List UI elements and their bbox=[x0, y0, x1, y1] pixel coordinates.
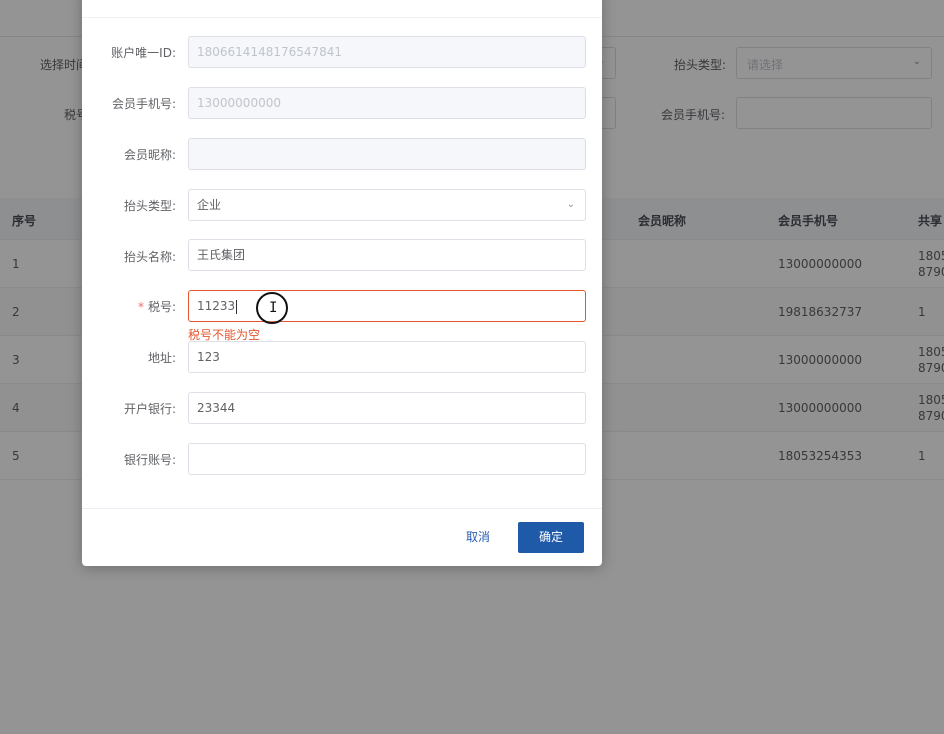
tax-no-value: 11233 bbox=[197, 299, 236, 313]
member-phone-label: 会员手机号: bbox=[111, 97, 176, 111]
confirm-button[interactable]: 确定 bbox=[518, 522, 584, 553]
mouse-cursor: I bbox=[256, 292, 288, 324]
address-input[interactable]: 123 bbox=[188, 341, 586, 373]
bank-account-input[interactable] bbox=[188, 443, 586, 475]
tax-no-input[interactable]: 11233 bbox=[188, 290, 586, 322]
header-type-select[interactable]: 企业 ⌄ bbox=[188, 189, 586, 221]
tax-no-label-text: 税号: bbox=[147, 300, 176, 314]
tax-no-label: * 税号: bbox=[82, 298, 176, 315]
account-id-label: 账户唯一ID: bbox=[111, 46, 176, 60]
member-nickname-label: 会员昵称: bbox=[123, 148, 176, 162]
header-type-label: 抬头类型: bbox=[123, 199, 176, 213]
cancel-button[interactable]: 取消 bbox=[452, 522, 504, 552]
header-name-label: 抬头名称: bbox=[123, 250, 176, 264]
dialog-header-divider bbox=[82, 17, 602, 18]
bank-account-label: 银行账号: bbox=[123, 453, 176, 467]
account-id-input: 1806614148176547841 bbox=[188, 36, 586, 68]
member-nickname-input bbox=[188, 138, 586, 170]
member-phone-input: 13000000000 bbox=[188, 87, 586, 119]
required-mark: * bbox=[137, 300, 144, 314]
dialog-footer-divider bbox=[82, 508, 602, 509]
bank-label: 开户银行: bbox=[123, 402, 176, 416]
bank-input[interactable]: 23344 bbox=[188, 392, 586, 424]
header-type-value: 企业 bbox=[197, 198, 222, 212]
edit-invoice-dialog: 账户唯一ID: 1806614148176547841 会员手机号: 13000… bbox=[82, 0, 602, 566]
text-caret bbox=[236, 299, 238, 314]
header-name-input[interactable]: 王氏集团 bbox=[188, 239, 586, 271]
address-label: 地址: bbox=[147, 351, 176, 365]
chevron-down-icon: ⌄ bbox=[566, 199, 575, 210]
text-cursor-icon: I bbox=[269, 300, 278, 316]
